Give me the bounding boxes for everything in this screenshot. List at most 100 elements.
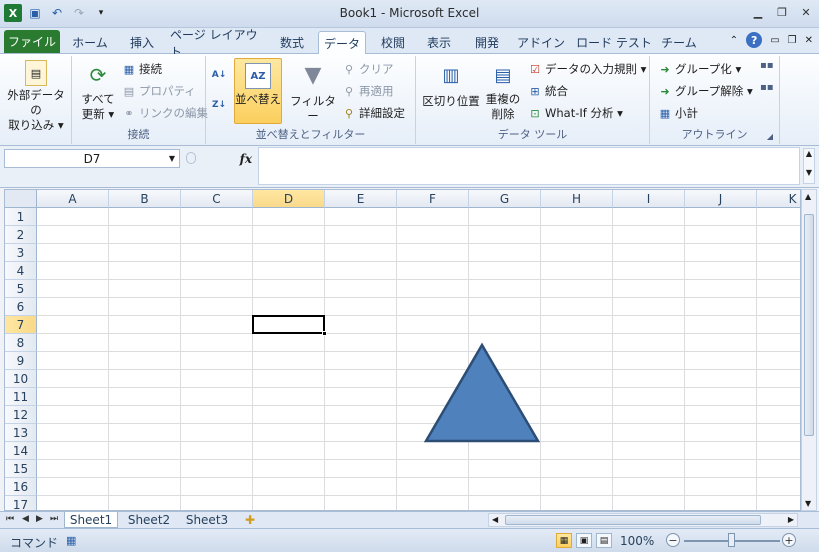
minimize-ribbon-icon[interactable]: ⌃ <box>730 35 738 46</box>
vertical-scroll-thumb[interactable] <box>804 214 814 436</box>
sort-ascending-button[interactable]: A↓ <box>212 66 227 84</box>
remove-duplicates-button[interactable]: ▤ 重複の 削除 <box>482 60 524 122</box>
tab-insert[interactable]: 挿入 <box>120 31 164 54</box>
sheet-tab-sheet3[interactable]: Sheet3 <box>180 512 234 528</box>
row-header-6[interactable]: 6 <box>5 298 37 316</box>
column-header-e[interactable]: E <box>325 190 397 208</box>
data-validation-button[interactable]: ☑ データの入力規則 ▾ <box>528 60 646 78</box>
row-header-9[interactable]: 9 <box>5 352 37 370</box>
zoom-in-icon[interactable]: + <box>782 533 796 547</box>
row-header-11[interactable]: 11 <box>5 388 37 406</box>
column-header-g[interactable]: G <box>469 190 541 208</box>
minimize-icon[interactable]: ▁ <box>749 4 767 20</box>
scroll-up-icon[interactable]: ▲ <box>805 192 811 201</box>
refresh-all-button[interactable]: ⟳ すべて 更新 ▾ <box>76 60 120 122</box>
sheet-tab-sheet2[interactable]: Sheet2 <box>122 512 176 528</box>
normal-view-icon[interactable]: ▦ <box>556 533 572 548</box>
zoom-slider-thumb[interactable] <box>728 533 735 547</box>
workbook-restore-icon[interactable]: ❐ <box>788 35 797 46</box>
page-layout-view-icon[interactable]: ▣ <box>576 533 592 548</box>
formula-expand-scroll[interactable]: ▲ ▼ <box>803 148 815 184</box>
zoom-level[interactable]: 100% <box>620 534 654 548</box>
row-header-15[interactable]: 15 <box>5 460 37 478</box>
sort-button[interactable]: AZ 並べ替え <box>234 58 282 124</box>
filter-button[interactable]: ▼ フィルター <box>288 60 338 124</box>
row-header-16[interactable]: 16 <box>5 478 37 496</box>
row-header-8[interactable]: 8 <box>5 334 37 352</box>
hide-detail-icon[interactable]: ▪▪ <box>760 82 774 93</box>
row-header-5[interactable]: 5 <box>5 280 37 298</box>
subtotal-button[interactable]: ▦ 小計 <box>658 104 698 122</box>
row-header-2[interactable]: 2 <box>5 226 37 244</box>
last-sheet-icon[interactable]: ⏭ <box>50 514 58 524</box>
tab-addins[interactable]: アドイン <box>514 31 568 54</box>
row-header-13[interactable]: 13 <box>5 424 37 442</box>
column-header-d[interactable]: D <box>253 190 325 208</box>
tab-formulas[interactable]: 数式 <box>270 31 314 54</box>
get-external-data-button[interactable]: ▤ 外部データの 取り込み ▾ <box>2 60 70 133</box>
tab-page-layout[interactable]: ページ レイアウト <box>170 28 264 59</box>
worksheet-grid[interactable]: A B C D E F G H I J K 1 2 3 4 5 6 7 8 9 10 11 12 13 14 15 16 17 <box>4 189 801 511</box>
horizontal-scroll-thumb[interactable] <box>505 515 761 525</box>
column-header-h[interactable]: H <box>541 190 613 208</box>
formula-down-icon[interactable]: ▼ <box>804 168 814 177</box>
scroll-left-icon[interactable]: ◀ <box>492 515 498 524</box>
column-header-b[interactable]: B <box>109 190 181 208</box>
select-all-button[interactable] <box>5 190 37 208</box>
triangle-shape[interactable] <box>423 342 541 444</box>
column-header-a[interactable]: A <box>37 190 109 208</box>
tab-developer[interactable]: 開発 <box>466 31 508 54</box>
reapply-button[interactable]: ⚲ 再適用 <box>342 82 394 100</box>
row-header-7[interactable]: 7 <box>5 316 37 334</box>
formula-up-icon[interactable]: ▲ <box>804 149 814 158</box>
tab-home[interactable]: ホーム <box>66 31 114 54</box>
vertical-scrollbar[interactable]: ▲ ▼ <box>801 189 817 511</box>
column-header-j[interactable]: J <box>685 190 757 208</box>
zoom-out-icon[interactable]: − <box>666 533 680 547</box>
workbook-minimize-icon[interactable]: ▭ <box>770 35 779 46</box>
tab-data[interactable]: データ <box>318 31 366 54</box>
next-sheet-icon[interactable]: ▶ <box>36 514 43 524</box>
insert-sheet-icon[interactable]: ✚ <box>238 512 262 528</box>
macro-record-icon[interactable]: ▦ <box>66 534 76 547</box>
row-header-12[interactable]: 12 <box>5 406 37 424</box>
column-header-i[interactable]: I <box>613 190 685 208</box>
page-break-view-icon[interactable]: ▤ <box>596 533 612 548</box>
tab-team[interactable]: チーム <box>658 31 700 54</box>
edit-links-button[interactable]: ⚭ リンクの編集 <box>122 104 208 122</box>
row-header-1[interactable]: 1 <box>5 208 37 226</box>
text-to-columns-button[interactable]: ▥ 区切り位置 <box>420 60 482 109</box>
scroll-down-icon[interactable]: ▼ <box>805 499 811 508</box>
tab-load-test[interactable]: ロード テスト <box>574 31 654 54</box>
prev-sheet-icon[interactable]: ◀ <box>22 514 29 524</box>
row-header-14[interactable]: 14 <box>5 442 37 460</box>
active-cell[interactable] <box>252 315 327 336</box>
row-header-10[interactable]: 10 <box>5 370 37 388</box>
restore-icon[interactable]: ❐ <box>773 4 791 20</box>
row-header-4[interactable]: 4 <box>5 262 37 280</box>
outline-dialog-launcher-icon[interactable]: ◢ <box>767 132 773 141</box>
tab-review[interactable]: 校閲 <box>372 31 414 54</box>
horizontal-scrollbar[interactable]: ◀ ▶ <box>488 513 798 527</box>
group-button[interactable]: ➜ グループ化 ▾ <box>658 60 741 78</box>
column-header-c[interactable]: C <box>181 190 253 208</box>
what-if-button[interactable]: ⊡ What-If 分析 ▾ <box>528 104 623 122</box>
clear-button[interactable]: ⚲ クリア <box>342 60 394 78</box>
close-icon[interactable]: ✕ <box>797 4 815 20</box>
first-sheet-icon[interactable]: ⏮ <box>6 514 14 524</box>
advanced-button[interactable]: ⚲ 詳細設定 <box>342 104 405 122</box>
name-box-dropdown-icon[interactable]: ▼ <box>169 154 175 163</box>
help-icon[interactable]: ? <box>746 32 763 48</box>
show-detail-icon[interactable]: ▪▪ <box>760 60 774 71</box>
connections-button[interactable]: ▦ 接続 <box>122 60 162 78</box>
column-header-k[interactable]: K <box>757 190 800 208</box>
triangle-path[interactable] <box>423 342 541 443</box>
name-box[interactable]: D7 ▼ <box>4 149 180 168</box>
row-header-3[interactable]: 3 <box>5 244 37 262</box>
consolidate-button[interactable]: ⊞ 統合 <box>528 82 568 100</box>
workbook-close-icon[interactable]: ✕ <box>805 35 813 46</box>
tab-file[interactable]: ファイル <box>4 30 60 53</box>
insert-function-button[interactable]: fx <box>184 149 258 168</box>
fill-handle[interactable] <box>322 331 327 336</box>
sheet-tab-sheet1[interactable]: Sheet1 <box>64 512 118 528</box>
